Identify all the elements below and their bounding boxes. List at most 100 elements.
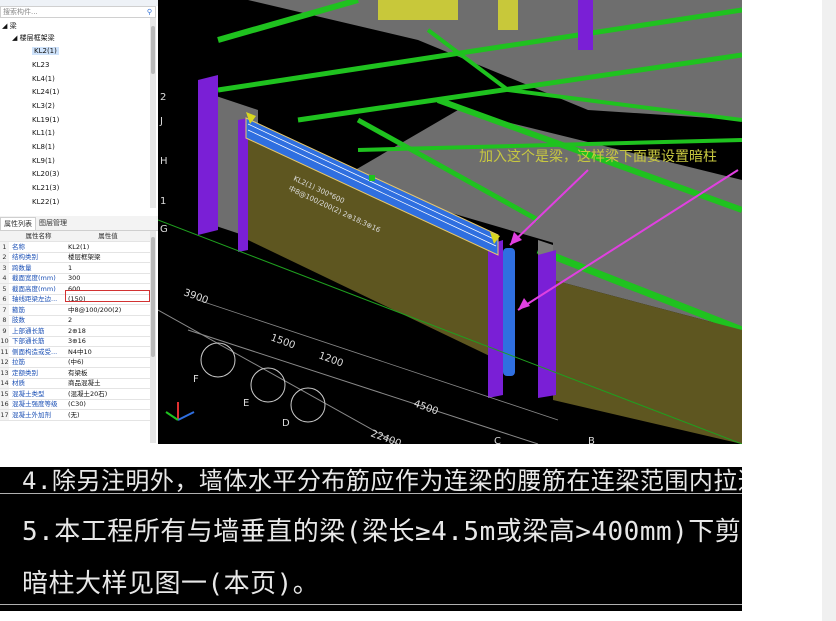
- tree-item-label: KL22(1): [32, 198, 60, 206]
- tree-item[interactable]: KL21(3): [32, 182, 59, 194]
- property-name: 肢数: [12, 316, 25, 324]
- search-placeholder: 搜索构件...: [3, 8, 38, 16]
- search-icon[interactable]: ⚲: [147, 7, 152, 17]
- dimension-text: 3900: [182, 287, 210, 306]
- tree-item[interactable]: KL19(1): [32, 114, 59, 126]
- properties-scrollbar[interactable]: [150, 231, 156, 443]
- property-name: 拉筋: [12, 358, 25, 366]
- tab-layers[interactable]: 图层管理: [36, 217, 70, 229]
- property-value[interactable]: 2⊕18: [68, 326, 148, 336]
- search-input[interactable]: 搜索构件... ⚲: [0, 6, 156, 18]
- tree-node-group[interactable]: ◢ 楼层框架梁: [12, 32, 55, 44]
- expand-arrow-icon[interactable]: ◢: [2, 22, 7, 30]
- property-value[interactable]: (中6): [68, 357, 148, 367]
- tree-item[interactable]: KL3(2): [32, 100, 55, 112]
- ruler-line: [0, 604, 742, 605]
- highlight-box-section-height: [65, 290, 150, 302]
- row-number: 11: [0, 346, 9, 357]
- tree-item[interactable]: KL24(1): [32, 86, 59, 98]
- component-tree: ◢ 梁 ◢ 楼层框架梁 KL2(1) KL23 KL4(1) KL24(1) K…: [0, 18, 150, 206]
- row-number: 10: [0, 336, 9, 347]
- tree-item-label: KL3(2): [32, 102, 55, 110]
- property-name: 混凝土类型: [12, 389, 45, 398]
- axis-label: F: [193, 374, 199, 385]
- axis-gizmo-x: [177, 411, 195, 421]
- property-value[interactable]: KL2(1): [68, 242, 148, 252]
- dimension-text: 4500: [412, 398, 440, 417]
- tree-item-label: KL4(1): [32, 75, 55, 83]
- component-panel: 搜索构件... ⚲ ◢ 梁 ◢ 楼层框架梁 KL2(1) KL23 KL4(1)…: [0, 0, 159, 444]
- axis-label: H: [160, 156, 168, 167]
- tree-item[interactable]: KL2(1): [32, 45, 59, 57]
- dimension-text: 1500: [269, 332, 297, 351]
- tree-item[interactable]: KL4(1): [32, 73, 55, 85]
- 3d-viewport[interactable]: 2 J H 1 G F E D C B 3900 1500 1200 4500 …: [158, 0, 742, 444]
- column: [578, 0, 593, 50]
- tab-properties[interactable]: 属性列表: [0, 217, 36, 230]
- scrollbar-thumb[interactable]: [151, 237, 155, 357]
- floor-slab: [248, 0, 742, 120]
- tree-item[interactable]: KL22(1): [32, 196, 59, 208]
- dimension-text: 22400: [369, 428, 403, 444]
- hidden-column: [503, 248, 515, 376]
- property-value[interactable]: (无): [68, 410, 148, 420]
- row-number: 8: [0, 315, 9, 326]
- property-value[interactable]: 中8@100/200(2): [68, 305, 148, 315]
- axis-label: E: [243, 398, 249, 409]
- property-value[interactable]: 300: [68, 273, 148, 283]
- property-name: 定额类别: [12, 368, 38, 377]
- property-name: 名称: [12, 242, 25, 251]
- property-value[interactable]: 楼层框架梁: [68, 252, 148, 262]
- tree-item[interactable]: KL8(1): [32, 141, 55, 153]
- tree-item-label: KL2(1): [32, 47, 59, 55]
- tree-scrollbar[interactable]: [150, 18, 156, 208]
- dimension-text: 1200: [317, 350, 345, 369]
- property-value[interactable]: 3⊕16: [68, 336, 148, 346]
- tree-item-label: KL1(1): [32, 129, 55, 137]
- property-value[interactable]: (混凝土20石): [68, 389, 148, 399]
- tree-item[interactable]: KL20(3): [32, 168, 59, 180]
- tree-item-label: KL24(1): [32, 88, 60, 96]
- property-name: 侧面构造或受...: [12, 347, 58, 356]
- tree-item-label: KL9(1): [32, 157, 55, 165]
- column: [488, 240, 503, 398]
- column-header-name: 属性名称: [25, 232, 52, 240]
- 3d-model-canvas[interactable]: 2 J H 1 G F E D C B 3900 1500 1200 4500 …: [158, 0, 742, 444]
- panel-tabs: 属性列表 图层管理: [0, 216, 158, 231]
- property-value[interactable]: 1: [68, 263, 148, 273]
- property-value[interactable]: 2: [68, 315, 148, 325]
- tree-item-label: KL21(3): [32, 184, 60, 192]
- yellow-slab: [378, 0, 458, 20]
- axis-bubble: [200, 342, 236, 378]
- property-name: 截面宽度(mm): [12, 274, 56, 282]
- column: [198, 75, 218, 235]
- tree-item[interactable]: KL23: [32, 59, 49, 71]
- expand-arrow-icon[interactable]: ◢: [12, 34, 17, 42]
- row-number: 3: [0, 262, 9, 273]
- tree-item[interactable]: KL1(1): [32, 127, 55, 139]
- property-value[interactable]: 商品混凝土: [68, 378, 148, 388]
- property-value[interactable]: N4中10: [68, 347, 148, 357]
- row-number: 6: [0, 294, 9, 305]
- table-row[interactable]: 17 混凝土外加剂 (无): [0, 409, 150, 421]
- row-number: 14: [0, 378, 9, 389]
- property-value[interactable]: (C30): [68, 399, 148, 409]
- axis-label: C: [494, 436, 501, 444]
- property-name: 轴线距梁左边...: [12, 295, 58, 303]
- arrow-head-icon: [518, 298, 530, 310]
- axis-label: 1: [160, 196, 166, 207]
- row-number: 13: [0, 367, 9, 378]
- row-number: 5: [0, 283, 9, 294]
- axis-label: 2: [160, 92, 166, 103]
- property-name: 截面高度(mm): [12, 284, 56, 293]
- tree-node-root[interactable]: ◢ 梁: [2, 20, 17, 32]
- tree-node-label: 楼层框架梁: [19, 34, 55, 42]
- grip-point[interactable]: [369, 175, 375, 181]
- property-name: 混凝土外加剂: [12, 410, 51, 419]
- property-value[interactable]: 有梁板: [68, 368, 148, 378]
- scrollbar-thumb[interactable]: [151, 26, 155, 74]
- axis-bubble: [250, 367, 286, 403]
- property-name: 跨数量: [12, 263, 32, 272]
- tree-node-label: 梁: [9, 22, 17, 30]
- tree-item[interactable]: KL9(1): [32, 155, 55, 167]
